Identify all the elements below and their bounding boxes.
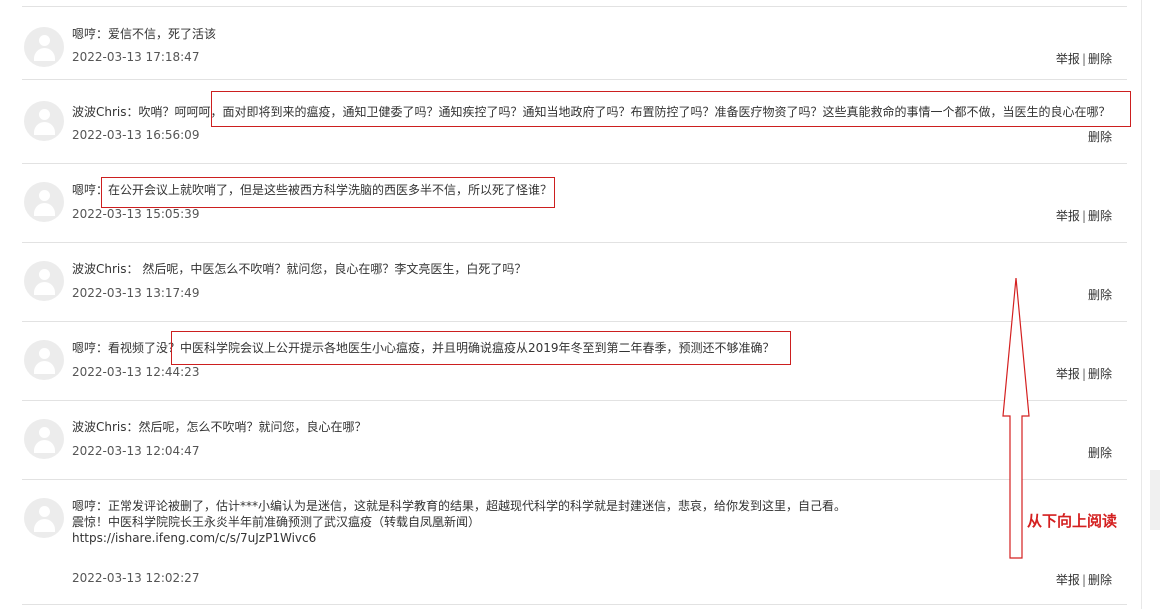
delete-button[interactable]: 删除: [1088, 209, 1112, 223]
comment-link[interactable]: https://ishare.ifeng.com/c/s/7uJzP1Wivc6: [72, 530, 846, 546]
avatar[interactable]: [24, 261, 64, 301]
comment-item: 嗯哼：爱信不信，死了活该 2022-03-13 17:18:47 举报 | 删除: [22, 7, 1127, 80]
avatar[interactable]: [24, 419, 64, 459]
report-button[interactable]: 举报: [1056, 52, 1080, 66]
comment-actions: 举报 | 删除: [1055, 573, 1112, 587]
comment-list-page: 嗯哼：爱信不信，死了活该 2022-03-13 17:18:47 举报 | 删除 波…: [0, 0, 1160, 609]
comment-time: 2022-03-13 12:02:27: [72, 571, 200, 585]
comment-content: ：正常发评论被删了，估计***小编认为是迷信，这就是科学教育的结果，超越现代科学…: [96, 499, 847, 513]
report-button[interactable]: 举报: [1056, 573, 1080, 587]
comment-actions: 举报 | 删除: [1055, 209, 1112, 223]
avatar[interactable]: [24, 182, 64, 222]
comment-text: 波波Chris：然后呢，怎么不吹哨？就问您，良心在哪？: [72, 419, 367, 435]
comment-item: 嗯哼：正常发评论被删了，估计***小编认为是迷信，这就是科学教育的结果，超越现代…: [22, 480, 1127, 605]
comment-time: 2022-03-13 12:04:47: [72, 444, 200, 458]
comment-actions: 举报 | 删除: [1055, 367, 1112, 381]
comment-content-line: 震惊！中医科学院院长王永炎半年前准确预测了武汉瘟疫（转载自凤凰新闻）: [72, 515, 481, 529]
delete-button[interactable]: 删除: [1088, 130, 1112, 144]
comment-user[interactable]: 波波Chris: [72, 105, 127, 119]
comment-user[interactable]: 波波Chris: [72, 262, 127, 276]
delete-button[interactable]: 删除: [1088, 52, 1112, 66]
comment-time: 2022-03-13 13:17:49: [72, 286, 200, 300]
comment-item: 波波Chris：然后呢，怎么不吹哨？就问您，良心在哪？ 2022-03-13 1…: [22, 401, 1127, 480]
delete-button[interactable]: 删除: [1088, 573, 1112, 587]
delete-button[interactable]: 删除: [1088, 288, 1112, 302]
comment-time: 2022-03-13 17:18:47: [72, 50, 200, 64]
comment-text: 嗯哼：爱信不信，死了活该: [72, 26, 216, 42]
avatar[interactable]: [24, 101, 64, 141]
comment-item: 波波Chris： 然后呢，中医怎么不吹哨？就问您，良心在哪？李文亮医生，白死了吗…: [22, 243, 1127, 322]
comment-content: ：然后呢，怎么不吹哨？就问您，良心在哪？: [126, 420, 367, 434]
highlight-box: [171, 331, 791, 365]
comment-user[interactable]: 嗯哼: [72, 27, 96, 41]
comment-user[interactable]: 波波Chris: [72, 420, 127, 434]
comment-text: 波波Chris： 然后呢，中医怎么不吹哨？就问您，良心在哪？李文亮医生，白死了吗…: [72, 261, 526, 277]
comment-actions: 删除: [1088, 286, 1112, 303]
comment-user[interactable]: 嗯哼: [72, 341, 96, 355]
comment-text: 嗯哼：正常发评论被删了，估计***小编认为是迷信，这就是科学教育的结果，超越现代…: [72, 498, 846, 546]
comment-actions: 举报 | 删除: [1055, 52, 1112, 66]
comment-time: 2022-03-13 16:56:09: [72, 128, 200, 142]
comment-actions: 删除: [1088, 128, 1112, 145]
comment-time: 2022-03-13 12:44:23: [72, 365, 200, 379]
comment-content: ：爱信不信，死了活该: [96, 27, 217, 41]
content-right-border: [1141, 0, 1142, 609]
comment-user[interactable]: 嗯哼: [72, 499, 96, 513]
read-direction-note: 从下向上阅读: [1027, 512, 1118, 530]
avatar[interactable]: [24, 498, 64, 538]
comment-content: ： 然后呢，中医怎么不吹哨？就问您，良心在哪？李文亮医生，白死了吗？: [126, 262, 527, 276]
scrollbar[interactable]: [1150, 470, 1160, 530]
report-button[interactable]: 举报: [1056, 367, 1080, 381]
comment-actions: 删除: [1088, 444, 1112, 461]
delete-button[interactable]: 删除: [1088, 446, 1112, 460]
delete-button[interactable]: 删除: [1088, 367, 1112, 381]
comment-time: 2022-03-13 15:05:39: [72, 207, 200, 221]
report-button[interactable]: 举报: [1056, 209, 1080, 223]
highlight-box: [211, 91, 1131, 127]
avatar[interactable]: [24, 340, 64, 380]
highlight-box: [101, 177, 555, 208]
comment-user[interactable]: 嗯哼: [72, 183, 96, 197]
avatar[interactable]: [24, 27, 64, 67]
